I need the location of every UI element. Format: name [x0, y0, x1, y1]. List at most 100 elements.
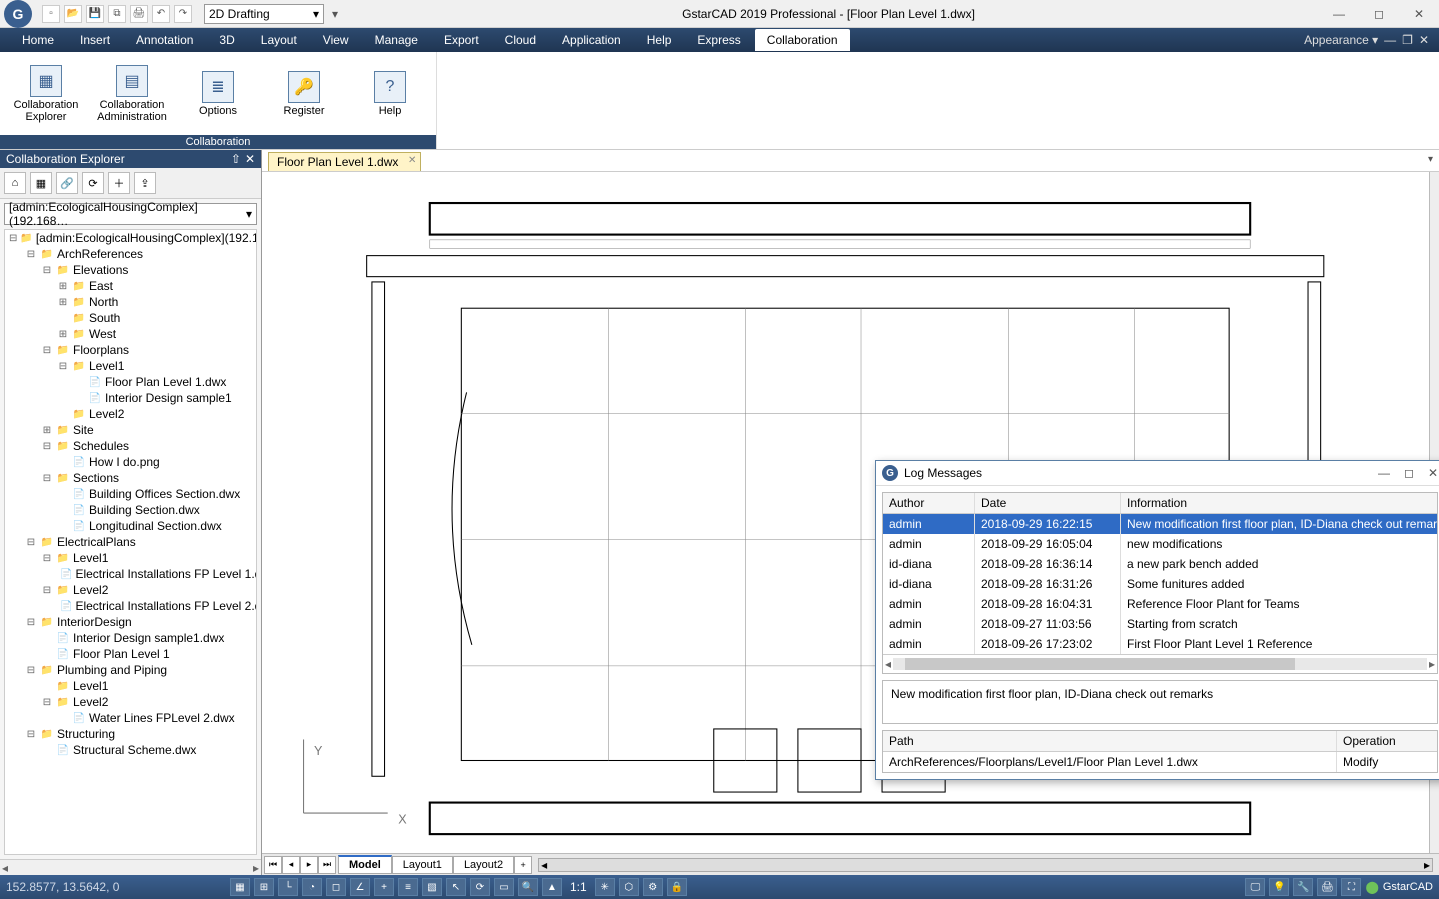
- log-row[interactable]: id-diana2018-09-28 16:36:14a new park be…: [883, 554, 1437, 574]
- tree-folder[interactable]: ⊟📁Level2: [5, 694, 256, 710]
- menu-tab-application[interactable]: Application: [550, 29, 633, 51]
- tree-folder[interactable]: ⊟📁[admin:EcologicalHousingComplex](192.1…: [5, 230, 256, 246]
- log-col-date[interactable]: Date: [975, 493, 1121, 513]
- tree-expand-icon[interactable]: ⊟: [41, 697, 53, 708]
- redo-icon[interactable]: ↷: [174, 5, 192, 23]
- tray-bulb-icon[interactable]: 💡: [1269, 878, 1289, 896]
- tab-nav-last-icon[interactable]: ⏭: [318, 856, 336, 874]
- cycling-toggle-icon[interactable]: ⟳: [470, 878, 490, 896]
- tree-folder[interactable]: ⊞📁North: [5, 294, 256, 310]
- tree-file[interactable]: 📄Floor Plan Level 1: [5, 646, 256, 662]
- menu-tab-collaboration[interactable]: Collaboration: [755, 29, 850, 51]
- tree-expand-icon[interactable]: ⊟: [25, 537, 37, 548]
- otrack-toggle-icon[interactable]: ∠: [350, 878, 370, 896]
- home-icon[interactable]: ⌂: [4, 172, 26, 194]
- model-toggle-icon[interactable]: ▭: [494, 878, 514, 896]
- tree-folder[interactable]: ⊞📁Site: [5, 422, 256, 438]
- tree-expand-icon[interactable]: ⊟: [25, 249, 37, 260]
- tree-expand-icon[interactable]: ⊟: [25, 729, 37, 740]
- ribbon-options-button[interactable]: ≣Options: [178, 56, 258, 131]
- tree-file[interactable]: 📄Building Section.dwx: [5, 502, 256, 518]
- tree-folder[interactable]: 📁South: [5, 310, 256, 326]
- tree-folder[interactable]: ⊟📁Structuring: [5, 726, 256, 742]
- tree-folder[interactable]: 📁Level2: [5, 406, 256, 422]
- log-col-info[interactable]: Information: [1121, 493, 1437, 513]
- tree-file[interactable]: 📄Structural Scheme.dwx: [5, 742, 256, 758]
- mdi-close-icon[interactable]: ✕: [1419, 33, 1429, 47]
- mdi-restore-icon[interactable]: ❐: [1402, 33, 1413, 47]
- tree-file[interactable]: 📄Interior Design sample1: [5, 390, 256, 406]
- ribbon-register-button[interactable]: 🔑Register: [264, 56, 344, 131]
- menu-tab-export[interactable]: Export: [432, 29, 491, 51]
- add-layout-button[interactable]: +: [514, 856, 532, 874]
- tree-file[interactable]: 📄Floor Plan Level 1.dwx: [5, 374, 256, 390]
- tree-expand-icon[interactable]: ⊟: [41, 265, 53, 276]
- save-all-icon[interactable]: ⧉: [108, 5, 126, 23]
- scale-toggle-icon[interactable]: ▲: [542, 878, 562, 896]
- tree-expand-icon[interactable]: ⊞: [57, 297, 69, 308]
- tab-nav-prev-icon[interactable]: ◂: [282, 856, 300, 874]
- menu-tab-layout[interactable]: Layout: [249, 29, 309, 51]
- menu-tab-manage[interactable]: Manage: [363, 29, 430, 51]
- dialog-close-button[interactable]: ✕: [1428, 466, 1438, 480]
- grid-toggle-icon[interactable]: ▦: [230, 878, 250, 896]
- menu-tab-cloud[interactable]: Cloud: [493, 29, 548, 51]
- snap-toggle-icon[interactable]: ⊞: [254, 878, 274, 896]
- menu-tab-annotation[interactable]: Annotation: [124, 29, 205, 51]
- new-icon[interactable]: ▫: [42, 5, 60, 23]
- menu-tab-help[interactable]: Help: [635, 29, 684, 51]
- list-icon[interactable]: ▦: [30, 172, 52, 194]
- tree-folder[interactable]: ⊟📁Elevations: [5, 262, 256, 278]
- project-combo[interactable]: [admin:EcologicalHousingComplex](192.168…: [4, 203, 257, 225]
- tree-file[interactable]: 📄Longitudinal Section.dwx: [5, 518, 256, 534]
- tree-folder[interactable]: 📁Level1: [5, 678, 256, 694]
- tree-folder[interactable]: ⊞📁East: [5, 278, 256, 294]
- minimize-button[interactable]: —: [1319, 0, 1359, 28]
- annovis-icon[interactable]: ⬡: [619, 878, 639, 896]
- undo-icon[interactable]: ↶: [152, 5, 170, 23]
- tree-folder[interactable]: ⊟📁Plumbing and Piping: [5, 662, 256, 678]
- ribbon-collaboration-administration-button[interactable]: ▤CollaborationAdministration: [92, 56, 172, 131]
- tree-expand-icon[interactable]: ⊞: [57, 281, 69, 292]
- open-icon[interactable]: 📂: [64, 5, 82, 23]
- tab-nav-next-icon[interactable]: ▸: [300, 856, 318, 874]
- magnifier-icon[interactable]: 🔍: [518, 878, 538, 896]
- document-tab[interactable]: Floor Plan Level 1.dwx ✕: [268, 152, 421, 171]
- tree-expand-icon[interactable]: ⊞: [57, 329, 69, 340]
- menu-tab-3d[interactable]: 3D: [207, 29, 246, 51]
- drawing-canvas[interactable]: Y X G Log Messages — ◻ ✕: [262, 172, 1439, 853]
- dialog-minimize-button[interactable]: —: [1378, 466, 1390, 480]
- layout-horizontal-scrollbar[interactable]: ◂▸: [538, 858, 1433, 872]
- link-icon[interactable]: 🔗: [56, 172, 78, 194]
- tree-expand-icon[interactable]: ⊟: [41, 585, 53, 596]
- layout-tab[interactable]: Layout2: [453, 856, 514, 874]
- tree-horizontal-scrollbar[interactable]: ◂▸: [0, 859, 261, 875]
- tray-print-icon[interactable]: 🖨: [1317, 878, 1337, 896]
- menu-tab-express[interactable]: Express: [685, 29, 752, 51]
- tree-file[interactable]: 📄Interior Design sample1.dwx: [5, 630, 256, 646]
- pin-icon[interactable]: ⇧: [231, 152, 241, 166]
- annoscale-icon[interactable]: ✳: [595, 878, 615, 896]
- mdi-minimize-icon[interactable]: —: [1384, 33, 1396, 47]
- tree-folder[interactable]: ⊟📁Schedules: [5, 438, 256, 454]
- dialog-maximize-button[interactable]: ◻: [1404, 466, 1414, 480]
- tab-nav-first-icon[interactable]: ⏮: [264, 856, 282, 874]
- tree-folder[interactable]: ⊟📁Level2: [5, 582, 256, 598]
- document-tab-close-icon[interactable]: ✕: [408, 155, 416, 166]
- refresh-icon[interactable]: ⟳: [82, 172, 104, 194]
- tray-cleanscreen-icon[interactable]: ⛶: [1341, 878, 1361, 896]
- tree-folder[interactable]: ⊟📁Floorplans: [5, 342, 256, 358]
- ribbon-collaboration-explorer-button[interactable]: ▦CollaborationExplorer: [6, 56, 86, 131]
- new-file-icon[interactable]: ＋: [108, 172, 130, 194]
- ribbon-help-button[interactable]: ?Help: [350, 56, 430, 131]
- log-row[interactable]: admin2018-09-29 16:22:15New modification…: [883, 514, 1437, 534]
- dyn-toggle-icon[interactable]: +: [374, 878, 394, 896]
- workspace-switch-icon[interactable]: ⚙: [643, 878, 663, 896]
- tree-file[interactable]: 📄Electrical Installations FP Level 2.dwx: [5, 598, 256, 614]
- layout-tab[interactable]: Layout1: [392, 856, 453, 874]
- cursor-toggle-icon[interactable]: ↖: [446, 878, 466, 896]
- print-icon[interactable]: 🖨: [130, 5, 148, 23]
- tree-file[interactable]: 📄How I do.png: [5, 454, 256, 470]
- tree-expand-icon[interactable]: ⊟: [41, 473, 53, 484]
- tree-file[interactable]: 📄Building Offices Section.dwx: [5, 486, 256, 502]
